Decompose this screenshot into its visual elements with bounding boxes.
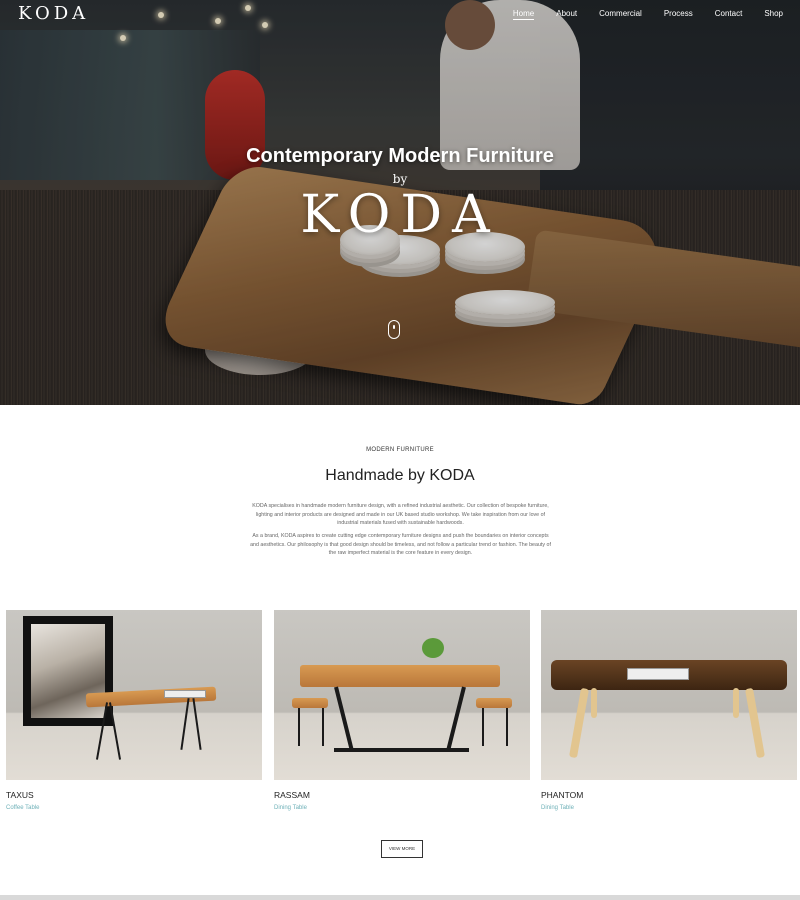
hero-title: Contemporary Modern Furniture bbox=[246, 145, 554, 167]
nav-shop[interactable]: Shop bbox=[764, 9, 783, 20]
framed-picture bbox=[23, 616, 113, 726]
book bbox=[164, 690, 206, 698]
site-logo[interactable]: KODA bbox=[18, 3, 89, 24]
next-section-strip bbox=[0, 895, 800, 900]
table-leg bbox=[591, 688, 597, 718]
table-leg bbox=[733, 688, 739, 718]
product-image[interactable] bbox=[6, 610, 262, 780]
table-leg bbox=[446, 686, 466, 752]
product-card-phantom[interactable]: PHANTOM Dining Table bbox=[541, 610, 797, 811]
nav-commercial[interactable]: Commercial bbox=[599, 9, 642, 20]
table-leg bbox=[334, 686, 354, 752]
nav-home[interactable]: Home bbox=[512, 9, 535, 20]
stool-leg bbox=[298, 708, 300, 746]
stool-leg bbox=[482, 708, 484, 746]
nav-process[interactable]: Process bbox=[664, 9, 693, 20]
scroll-dot bbox=[392, 325, 395, 329]
hero-banner: KODA Home About Commercial Process Conta… bbox=[0, 0, 800, 405]
stool-leg bbox=[322, 708, 324, 746]
stool-seat bbox=[292, 698, 328, 708]
magazine bbox=[627, 668, 689, 680]
product-type: Coffee Table bbox=[6, 805, 40, 811]
main-menu: Home About Commercial Process Contact Sh… bbox=[491, 9, 783, 20]
table-leg bbox=[108, 702, 122, 760]
table-base bbox=[334, 748, 469, 752]
section-eyebrow: MODERN FURNITURE bbox=[366, 447, 434, 453]
product-type: Dining Table bbox=[274, 805, 307, 811]
table-leg bbox=[192, 698, 202, 750]
product-card-rassam[interactable]: RASSAM Dining Table bbox=[274, 610, 530, 811]
nav-about[interactable]: About bbox=[556, 9, 577, 20]
table-leg bbox=[568, 687, 590, 759]
nav-contact[interactable]: Contact bbox=[715, 9, 743, 20]
table-leg bbox=[180, 698, 190, 750]
plant bbox=[422, 638, 444, 658]
table-leg bbox=[744, 687, 766, 759]
product-type: Dining Table bbox=[541, 805, 574, 811]
product-image[interactable] bbox=[274, 610, 530, 780]
stool-seat bbox=[476, 698, 512, 708]
product-image[interactable] bbox=[541, 610, 797, 780]
product-name[interactable]: TAXUS bbox=[6, 790, 262, 800]
top-navigation: KODA Home About Commercial Process Conta… bbox=[0, 0, 800, 30]
product-name[interactable]: RASSAM bbox=[274, 790, 530, 800]
hero-logo: KODA bbox=[300, 185, 500, 245]
view-more-button[interactable]: VIEW MORE bbox=[381, 840, 423, 858]
intro-paragraph: As a brand, KODA aspires to create cutti… bbox=[250, 533, 551, 557]
section-title: Handmade by KODA bbox=[325, 467, 475, 484]
stool-leg bbox=[506, 708, 508, 746]
product-card-taxus[interactable]: TAXUS Coffee Table bbox=[6, 610, 262, 811]
intro-paragraph: KODA specialises in handmade modern furn… bbox=[252, 503, 549, 527]
scroll-down-icon[interactable] bbox=[388, 320, 400, 339]
hero-by: by bbox=[392, 172, 408, 186]
dining-table-top bbox=[300, 665, 500, 687]
product-name[interactable]: PHANTOM bbox=[541, 790, 797, 800]
